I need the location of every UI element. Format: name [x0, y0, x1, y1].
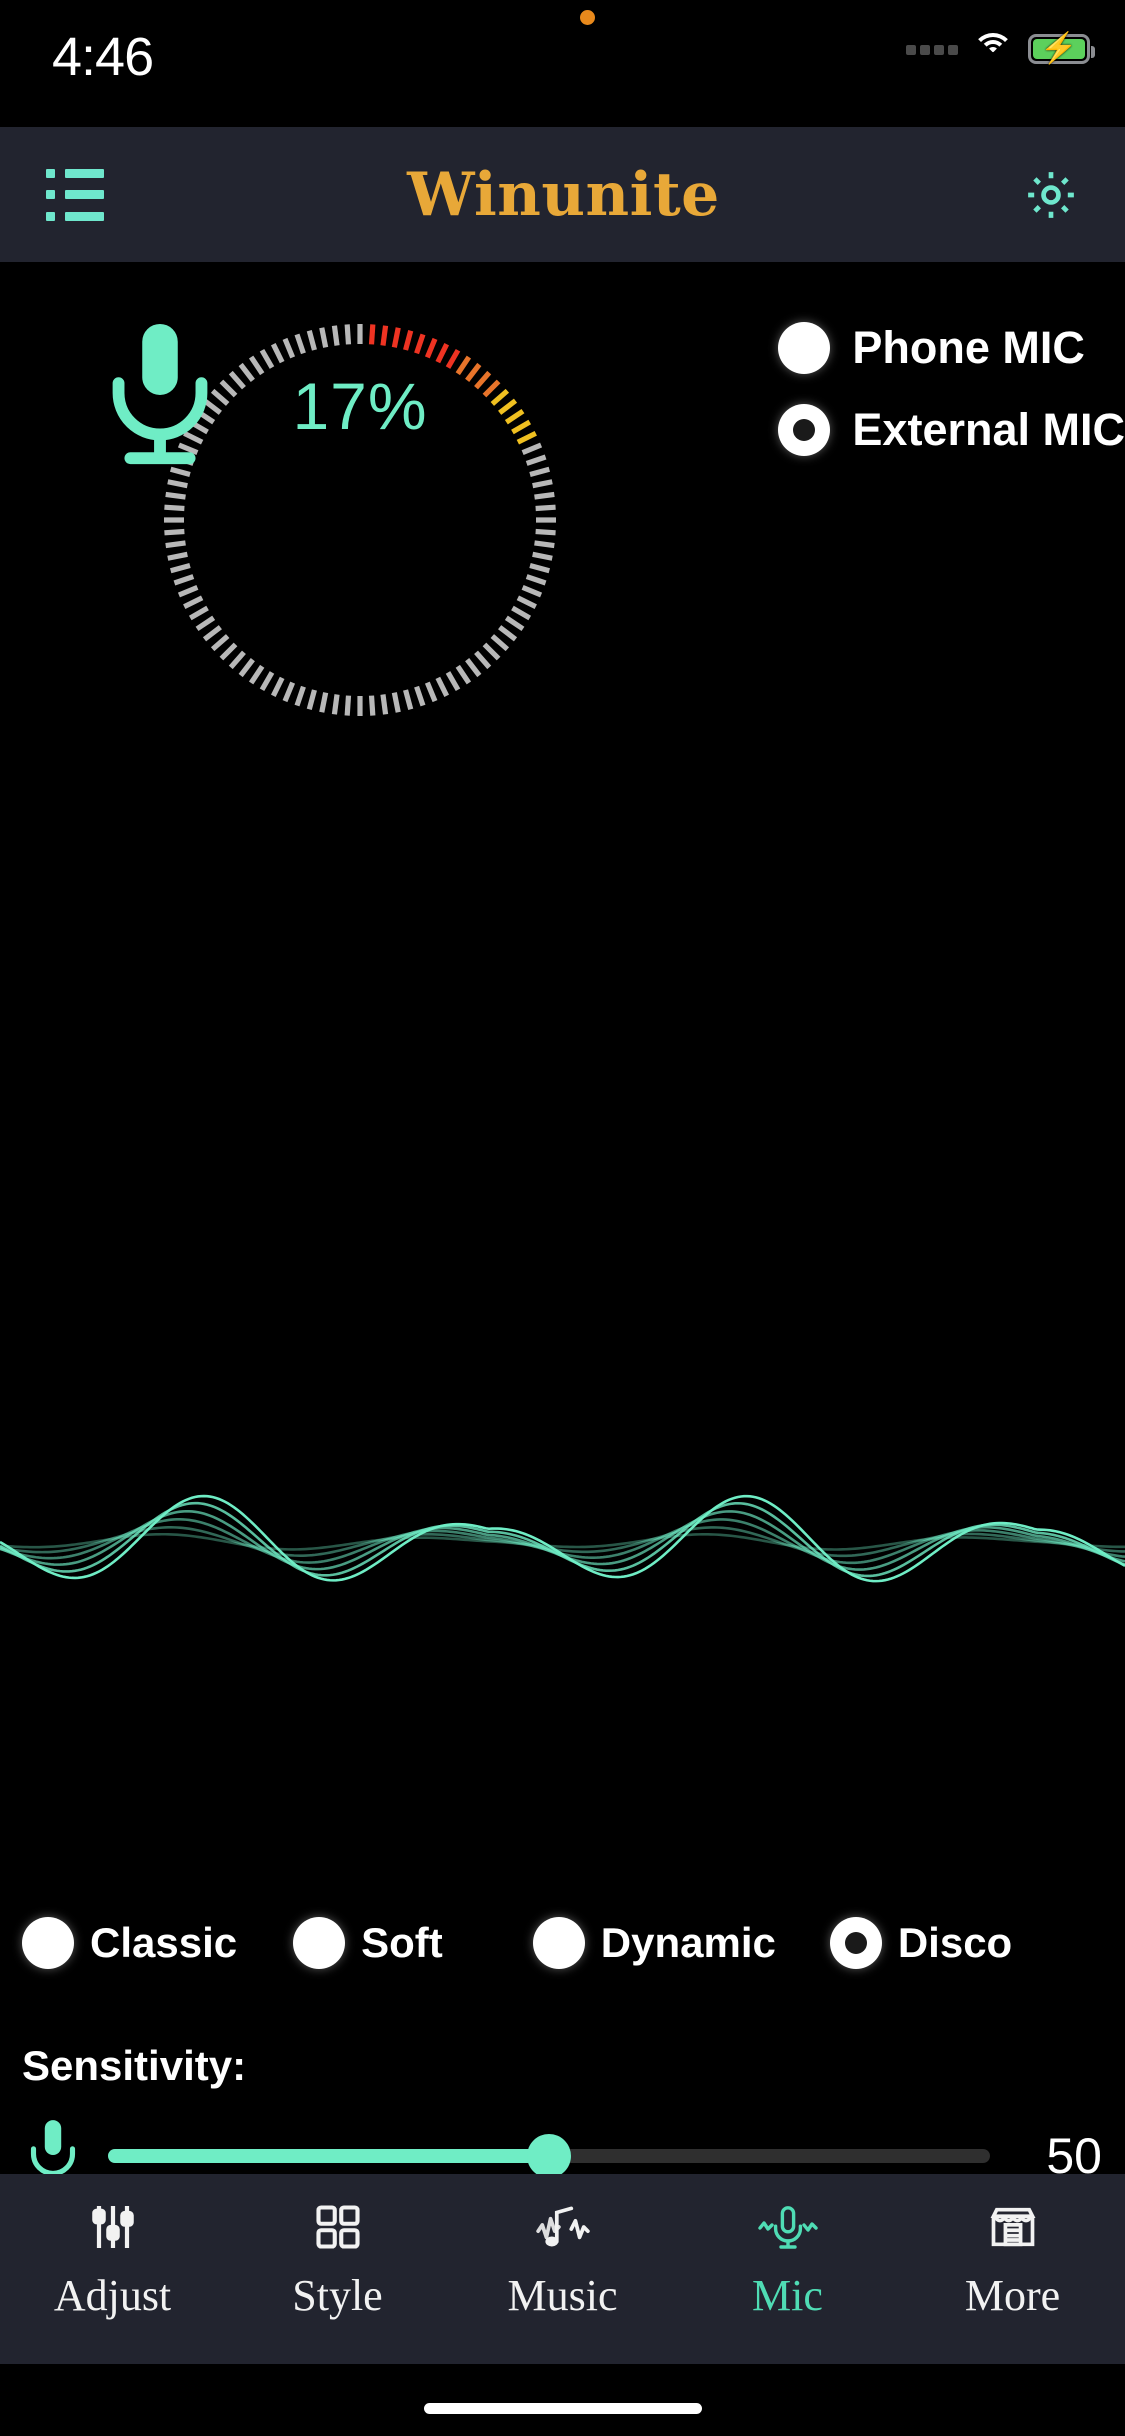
radio-dynamic[interactable]	[532, 1917, 585, 1969]
tab-label-style: Style	[292, 2271, 383, 2320]
mic-source-group: Phone MIC External MIC	[778, 322, 1125, 456]
tab-label-more: More	[964, 2271, 1061, 2320]
tab-style[interactable]: Style	[225, 2196, 450, 2321]
radio-phone-mic[interactable]	[778, 322, 831, 374]
audio-waveform	[0, 1494, 1125, 1583]
mic-source-label-external: External MIC	[852, 404, 1125, 455]
style-label-classic: Classic	[90, 1919, 238, 1966]
grid-icon	[312, 2196, 364, 2258]
radio-external-mic[interactable]	[778, 404, 831, 456]
gear-icon[interactable]	[1023, 167, 1079, 223]
radio-classic[interactable]	[22, 1917, 74, 1969]
status-bar-indicators: ⚡	[906, 33, 1095, 65]
style-label-dynamic: Dynamic	[600, 1919, 776, 1966]
app-header: Winunite	[0, 127, 1125, 262]
tab-more[interactable]: More	[900, 2196, 1125, 2321]
tab-label-music: Music	[507, 2271, 618, 2320]
mic-level-gauge: 17%	[112, 320, 560, 720]
home-indicator	[423, 2403, 702, 2414]
tab-music[interactable]: Music	[450, 2196, 675, 2321]
style-label-disco: Disco	[897, 1919, 1013, 1966]
wifi-icon	[972, 33, 1014, 65]
radio-soft[interactable]	[293, 1917, 346, 1969]
status-bar-time: 4:46	[52, 27, 154, 87]
sensitivity-slider-knob[interactable]	[527, 2134, 571, 2178]
radio-disco[interactable]	[829, 1917, 882, 1969]
list-menu-icon[interactable]	[46, 169, 104, 221]
style-label-soft: Soft	[361, 1919, 443, 1966]
sensitivity-slider-fill	[108, 2149, 549, 2163]
store-icon	[987, 2196, 1039, 2258]
page-title: Winunite	[407, 159, 720, 230]
tab-mic[interactable]: Mic	[675, 2196, 900, 2321]
tab-label-adjust: Adjust	[53, 2271, 172, 2320]
tab-adjust[interactable]: Adjust	[0, 2196, 225, 2321]
gauge-percent-value: 17%	[292, 369, 428, 443]
mic-source-label-phone: Phone MIC	[852, 322, 1085, 373]
style-mode-group: Classic Soft Dynamic Disco	[0, 1917, 1125, 1969]
signal-dots-icon	[906, 43, 958, 55]
main-content: Phone MIC External MIC 17% Classic Soft …	[0, 262, 1125, 2192]
sliders-icon	[85, 2196, 141, 2258]
style-option-dynamic[interactable]: Dynamic	[532, 1917, 776, 1969]
sensitivity-slider[interactable]	[108, 2134, 990, 2178]
battery-charging-icon: ⚡	[1028, 34, 1095, 64]
orange-dot-icon	[580, 10, 595, 25]
style-option-soft[interactable]: Soft	[293, 1917, 443, 1969]
bottom-tab-bar: Adjust Style Music Mic More	[0, 2174, 1125, 2364]
sensitivity-label: Sensitivity:	[22, 2042, 247, 2089]
microphone-wave-icon	[757, 2196, 818, 2258]
style-option-disco[interactable]: Disco	[829, 1917, 1013, 1969]
music-note-wave-icon	[534, 2196, 592, 2258]
microphone-icon	[112, 323, 208, 465]
mic-source-option-phone[interactable]: Phone MIC	[778, 322, 1085, 374]
tab-label-mic: Mic	[752, 2271, 823, 2320]
mic-source-option-external[interactable]: External MIC	[778, 404, 1125, 456]
style-option-classic[interactable]: Classic	[22, 1917, 237, 1969]
status-bar: 4:46 ⚡	[0, 0, 1125, 127]
